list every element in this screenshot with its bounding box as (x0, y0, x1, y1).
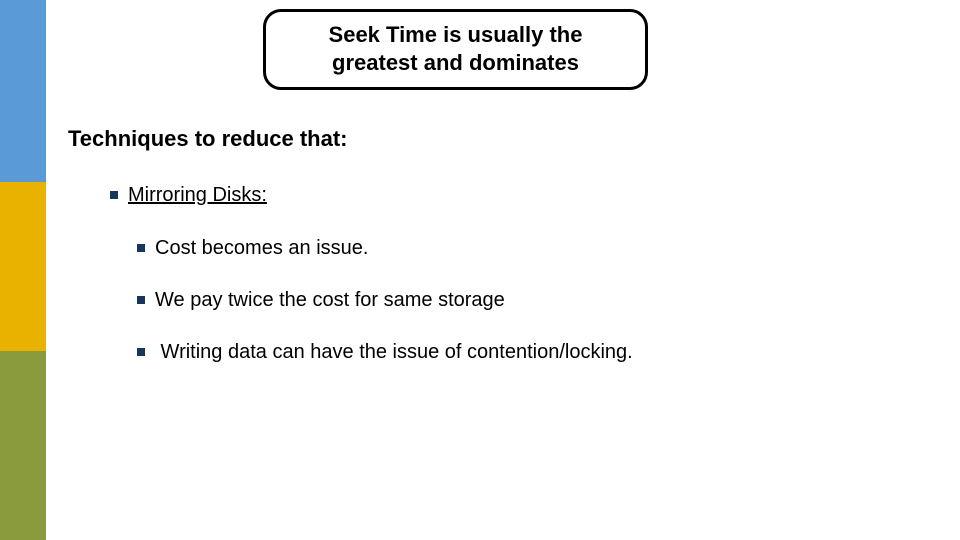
callout-box: Seek Time is usually the greatest and do… (263, 9, 648, 90)
bullet-level1-text: Mirroring Disks: (128, 184, 267, 206)
section-title: Techniques to reduce that: (68, 126, 348, 152)
square-bullet-icon (110, 191, 118, 199)
bullet-sub3: Writing data can have the issue of conte… (137, 341, 633, 364)
sidebar-strip-olive (0, 351, 46, 540)
bullet-sub2: We pay twice the cost for same storage (137, 289, 505, 312)
sidebar-strip-blue (0, 0, 46, 182)
callout-line1: Seek Time is usually the (329, 22, 583, 47)
slide: Seek Time is usually the greatest and do… (0, 0, 960, 540)
sidebar-strip-gold (0, 182, 46, 351)
callout-line2: greatest and dominates (332, 50, 579, 75)
bullet-level1: Mirroring Disks: (110, 184, 267, 207)
square-bullet-icon (137, 244, 145, 252)
bullet-sub2-text: We pay twice the cost for same storage (155, 289, 505, 311)
bullet-sub3-text: Writing data can have the issue of conte… (155, 341, 633, 363)
square-bullet-icon (137, 348, 145, 356)
square-bullet-icon (137, 296, 145, 304)
bullet-sub1-text: Cost becomes an issue. (155, 237, 368, 259)
bullet-sub1: Cost becomes an issue. (137, 237, 368, 260)
